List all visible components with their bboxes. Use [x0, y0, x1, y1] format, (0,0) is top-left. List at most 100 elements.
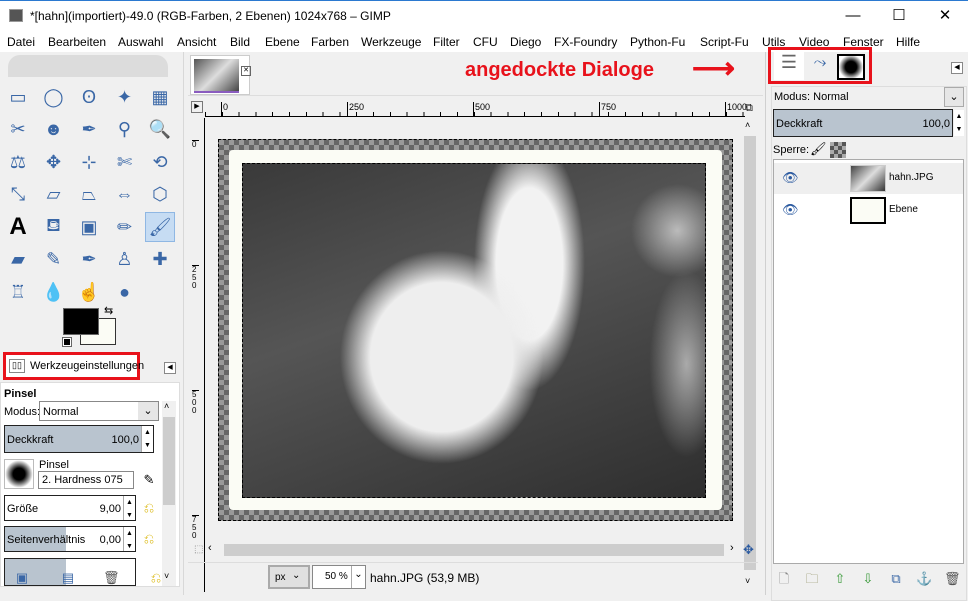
opacity-spinner[interactable]: ▲ ▼ [141, 426, 153, 452]
tool-paintbrush[interactable]: 🖌 [145, 212, 175, 242]
edit-brush-icon[interactable]: ✎ [141, 472, 157, 488]
tool-align[interactable]: ⊹ [74, 147, 104, 177]
swap-colors-icon[interactable]: ⇆ [104, 304, 113, 317]
maximize-button[interactable]: ☐ [884, 5, 914, 27]
navigate-icon[interactable]: ✥ [743, 542, 754, 558]
mode-select[interactable]: Normal ⌄ [39, 401, 159, 421]
aspect-spinner[interactable]: ▲ ▼ [123, 527, 135, 551]
tool-smudge[interactable]: ☝ [74, 277, 104, 307]
vertical-scrollbar[interactable]: ˄ ˅ [742, 118, 758, 592]
size-spinner[interactable]: ▲ ▼ [123, 496, 135, 520]
menu-ebene[interactable]: Ebene [265, 35, 300, 49]
anchor-layer-icon[interactable]: ⚓ [916, 571, 932, 587]
tool-cage-transform[interactable]: ⬡ [145, 180, 175, 210]
tool-zoom[interactable]: 🔍 [145, 115, 175, 145]
scroll-left-icon[interactable]: ‹ [208, 542, 212, 554]
brush-preview[interactable] [4, 459, 34, 489]
menu-farben[interactable]: Farben [311, 35, 349, 49]
configure-tab-button[interactable]: ◀ [951, 62, 963, 74]
horizontal-scrollbar[interactable]: ‹ › [206, 542, 742, 558]
layer-mode-dropdown[interactable]: ⌄ [944, 87, 964, 107]
tool-pencil[interactable]: ✏ [110, 212, 140, 242]
layer-opacity-slider[interactable]: Deckkraft 100,0 [773, 109, 953, 137]
reset-icon[interactable]: ⎌ [141, 531, 157, 547]
brush-name-field[interactable]: 2. Hardness 075 [38, 471, 134, 489]
tool-ink[interactable]: ✒ [74, 245, 104, 275]
eye-icon[interactable]: 👁 [782, 170, 799, 186]
canvas[interactable] [206, 118, 742, 592]
tool-ellipse-select[interactable]: ◯ [39, 82, 69, 112]
menu-werkzeuge[interactable]: Werkzeuge [361, 35, 421, 49]
tool-color-picker[interactable]: ⚲ [110, 115, 140, 145]
reset-options-icon[interactable]: ⎌ [148, 570, 164, 586]
tool-rect-select[interactable]: ▭ [3, 82, 33, 112]
new-layer-group-icon[interactable]: 🗀 [804, 571, 820, 587]
new-layer-icon[interactable]: 🗋 [776, 571, 792, 587]
lower-layer-icon[interactable]: ⇩ [860, 571, 876, 587]
image-menu-button[interactable]: ▶ [191, 101, 203, 113]
layer-row[interactable]: 👁 hahn.JPG [774, 163, 963, 194]
size-slider[interactable]: Größe 9,00 ▲ ▼ [4, 495, 136, 521]
configure-tab-button[interactable]: ◀ [164, 362, 176, 374]
tool-text[interactable]: A [3, 212, 33, 242]
lock-alpha-icon[interactable] [830, 142, 846, 158]
menu-python-fu[interactable]: Python-Fu [630, 35, 685, 49]
menu-bearbeiten[interactable]: Bearbeiten [48, 35, 106, 49]
tool-shear[interactable]: ▱ [39, 180, 69, 210]
tool-clone[interactable]: ♙ [110, 245, 140, 275]
image-tab[interactable]: ✕ [190, 55, 251, 95]
tab-tool-options[interactable]: ▯▯ Werkzeugeinstellungen [3, 352, 144, 380]
tab-brushes-icon[interactable] [837, 54, 865, 80]
tool-paths[interactable]: ✒ [74, 115, 104, 145]
raise-layer-icon[interactable]: ⇧ [832, 571, 848, 587]
reset-icon[interactable]: ⎌ [141, 500, 157, 516]
layer-row[interactable]: 👁 Ebene [774, 195, 963, 226]
tool-free-select[interactable]: ʘ [74, 82, 104, 112]
menu-cfu[interactable]: CFU [473, 35, 498, 49]
menu-auswahl[interactable]: Auswahl [118, 35, 163, 49]
menu-bild[interactable]: Bild [230, 35, 250, 49]
duplicate-layer-icon[interactable]: ⧉ [888, 571, 904, 587]
close-button[interactable]: ✕ [930, 5, 960, 27]
scroll-right-icon[interactable]: › [730, 542, 734, 554]
tool-blend[interactable]: ▣ [74, 212, 104, 242]
menu-hilfe[interactable]: Hilfe [896, 35, 920, 49]
restore-options-icon[interactable]: ▤ [60, 570, 76, 586]
tool-scissors[interactable]: ✂ [3, 115, 33, 145]
tool-rotate[interactable]: ⟲ [145, 147, 175, 177]
menu-datei[interactable]: Datei [7, 35, 35, 49]
tab-layers-icon[interactable]: ☰ [774, 52, 804, 80]
scroll-down-icon[interactable]: ˅ [164, 571, 169, 581]
tool-select-by-color[interactable]: ▦ [145, 82, 175, 112]
menu-fx-foundry[interactable]: FX-Foundry [554, 35, 617, 49]
menu-diego[interactable]: Diego [510, 35, 541, 49]
scrollbar-thumb[interactable] [163, 417, 175, 505]
tool-perspective-clone[interactable]: ♖ [3, 277, 33, 307]
unit-select[interactable]: px ⌄ [268, 565, 310, 589]
tool-airbrush[interactable]: ✎ [39, 245, 69, 275]
scroll-up-icon[interactable]: ˄ [164, 401, 169, 411]
save-options-icon[interactable]: ▣ [14, 570, 30, 586]
aspect-ratio-slider[interactable]: Seitenverhältnis 0,00 ▲ ▼ [4, 526, 136, 552]
tool-blur[interactable]: 💧 [39, 277, 69, 307]
delete-options-icon[interactable]: 🗑 [103, 570, 120, 586]
foreground-color-swatch[interactable] [63, 308, 99, 335]
menu-script-fu[interactable]: Script-Fu [700, 35, 749, 49]
lock-pixels-icon[interactable]: 🖌 [810, 141, 827, 157]
eye-icon[interactable]: 👁 [782, 202, 799, 218]
menu-filter[interactable]: Filter [433, 35, 460, 49]
default-colors-icon[interactable] [62, 337, 72, 347]
horizontal-ruler[interactable]: 0 250 500 750 1000 [205, 100, 747, 117]
tool-move[interactable]: ✥ [39, 147, 69, 177]
tool-flip[interactable]: ⇔ [110, 180, 140, 210]
zoom-image-icon[interactable]: ⧉ [745, 102, 753, 115]
tool-measure[interactable]: ⚖ [3, 147, 33, 177]
tool-heal[interactable]: ✚ [145, 245, 175, 275]
tool-dodge-burn[interactable]: ● [110, 277, 140, 307]
tab-paths-icon[interactable]: ⤳ [806, 54, 834, 80]
tool-perspective[interactable]: ⏢ [74, 180, 104, 210]
scrollbar-thumb[interactable] [224, 544, 724, 556]
scroll-up-icon[interactable]: ˄ [745, 120, 750, 130]
tool-fuzzy-select[interactable]: ✦ [110, 82, 140, 112]
tool-foreground-select[interactable]: ☻ [39, 115, 69, 145]
